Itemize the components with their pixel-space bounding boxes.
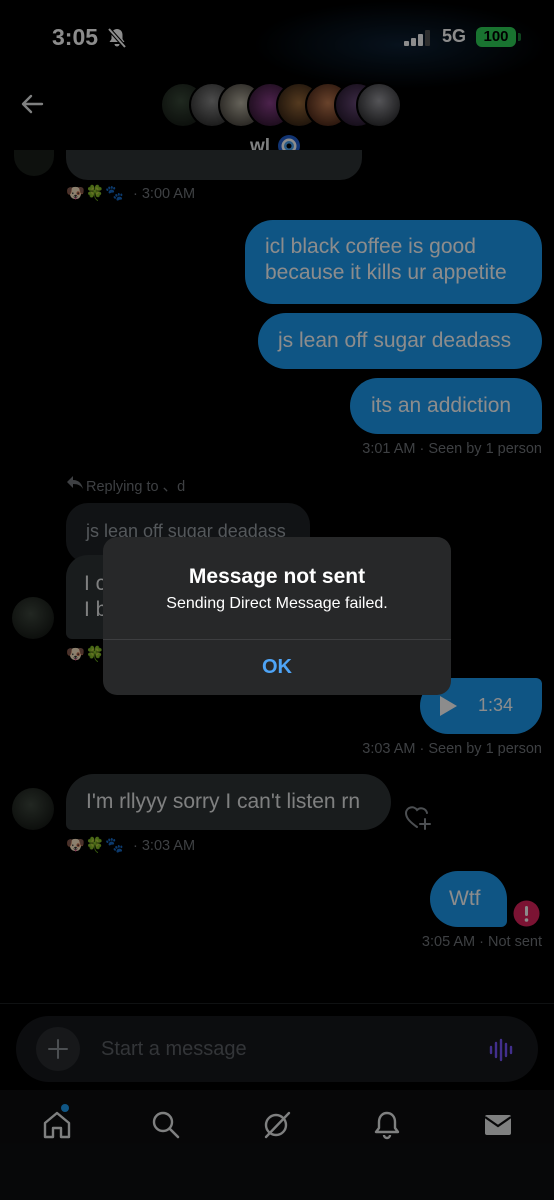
dialog-title: Message not sent (188, 565, 366, 588)
ok-button[interactable]: OK (103, 640, 451, 695)
error-dialog: Message not sent Sending Direct Message … (103, 537, 451, 695)
dialog-message: Sending Direct Message failed. (166, 595, 388, 612)
